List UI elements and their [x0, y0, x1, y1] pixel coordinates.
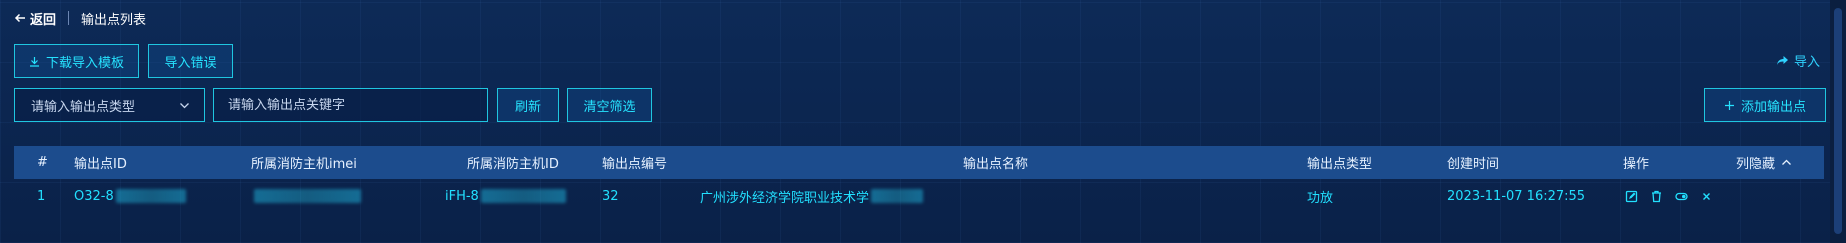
scrollbar-thumb[interactable]	[1834, 8, 1842, 234]
refresh-button[interactable]: 刷新	[497, 88, 559, 122]
clear-filter-label: 清空筛选	[583, 99, 636, 115]
cell-host-id: iFH-8	[445, 179, 566, 213]
host-id-text: iFH-8	[445, 188, 479, 204]
vertical-scrollbar[interactable]	[1830, 0, 1846, 243]
cell-output-id: O32-8	[74, 179, 186, 213]
trash-icon[interactable]	[1650, 190, 1663, 203]
redacted-block	[480, 189, 566, 203]
download-icon	[29, 56, 39, 67]
table-header: # 输出点ID 所属消防主机imei 所属消防主机ID 输出点编号 输出点名称 …	[14, 146, 1824, 179]
output-name-text: 广州涉外经济学院职业技术学	[700, 190, 870, 206]
download-template-button[interactable]: 下载导入模板	[14, 44, 139, 78]
back-label: 返回	[30, 12, 57, 28]
clear-filter-button[interactable]: 清空筛选	[567, 88, 652, 122]
redacted-block	[871, 189, 924, 203]
col-created-at: 创建时间	[1447, 157, 1500, 172]
back-button[interactable]: 返回	[14, 9, 56, 28]
col-output-name: 输出点名称	[963, 157, 1029, 172]
col-output-no: 输出点编号	[602, 157, 668, 172]
col-actions: 操作	[1623, 157, 1650, 172]
cell-index: 1	[37, 188, 46, 204]
col-hide-label: 列隐藏	[1736, 157, 1776, 172]
page: 返回 输出点列表 下载导入模板 导入错误 导入 请输入输出点类型 刷新 清空筛选…	[0, 0, 1846, 243]
add-output-label: 添加输出点	[1740, 99, 1806, 115]
keyword-search-field[interactable]	[213, 88, 488, 122]
output-id-text: O32-8	[74, 188, 114, 204]
edit-icon[interactable]	[1625, 190, 1638, 203]
close-icon[interactable]	[1700, 190, 1713, 203]
output-table: # 输出点ID 所属消防主机imei 所属消防主机ID 输出点编号 输出点名称 …	[14, 146, 1824, 213]
output-type-select[interactable]: 请输入输出点类型	[14, 88, 205, 122]
redacted-block	[115, 189, 186, 203]
keyword-input[interactable]	[228, 97, 487, 113]
add-output-button[interactable]: 添加输出点	[1704, 88, 1826, 122]
chevron-down-icon	[180, 103, 189, 109]
import-label: 导入	[1794, 54, 1821, 70]
column-hide-toggle[interactable]: 列隐藏	[1736, 146, 1792, 179]
download-template-label: 下载导入模板	[45, 55, 124, 71]
cell-output-no: 32	[602, 188, 619, 204]
cell-output-name: 广州涉外经济学院职业技术学	[700, 179, 924, 213]
col-output-id: 输出点ID	[74, 157, 127, 172]
share-arrow-icon	[1777, 55, 1788, 65]
import-button[interactable]: 导入	[1776, 52, 1821, 70]
row-actions	[1625, 179, 1713, 213]
cell-output-type: 功放	[1307, 190, 1334, 206]
page-header: 返回 输出点列表	[14, 9, 147, 28]
col-output-type: 输出点类型	[1307, 157, 1373, 172]
import-error-label: 导入错误	[164, 55, 217, 71]
arrow-left-icon	[14, 13, 25, 23]
import-error-button[interactable]: 导入错误	[148, 44, 233, 78]
refresh-label: 刷新	[514, 99, 541, 115]
output-type-placeholder: 请输入输出点类型	[31, 99, 136, 115]
chevron-up-icon	[1782, 159, 1791, 165]
redacted-block	[254, 189, 361, 203]
table-row: 1 O32-8 iFH-8 32 广州涉外经济学院职业技术学 功放 2023-1…	[14, 179, 1824, 213]
plus-icon	[1724, 100, 1734, 110]
col-index: #	[37, 155, 48, 170]
cell-created-at: 2023-11-07 16:27:55	[1447, 188, 1586, 204]
col-host-imei: 所属消防主机imei	[251, 157, 357, 172]
header-divider	[68, 11, 70, 25]
col-host-id: 所属消防主机ID	[467, 157, 559, 172]
toggle-icon[interactable]	[1675, 190, 1688, 203]
cell-host-imei	[252, 179, 361, 213]
page-title: 输出点列表	[81, 12, 147, 28]
